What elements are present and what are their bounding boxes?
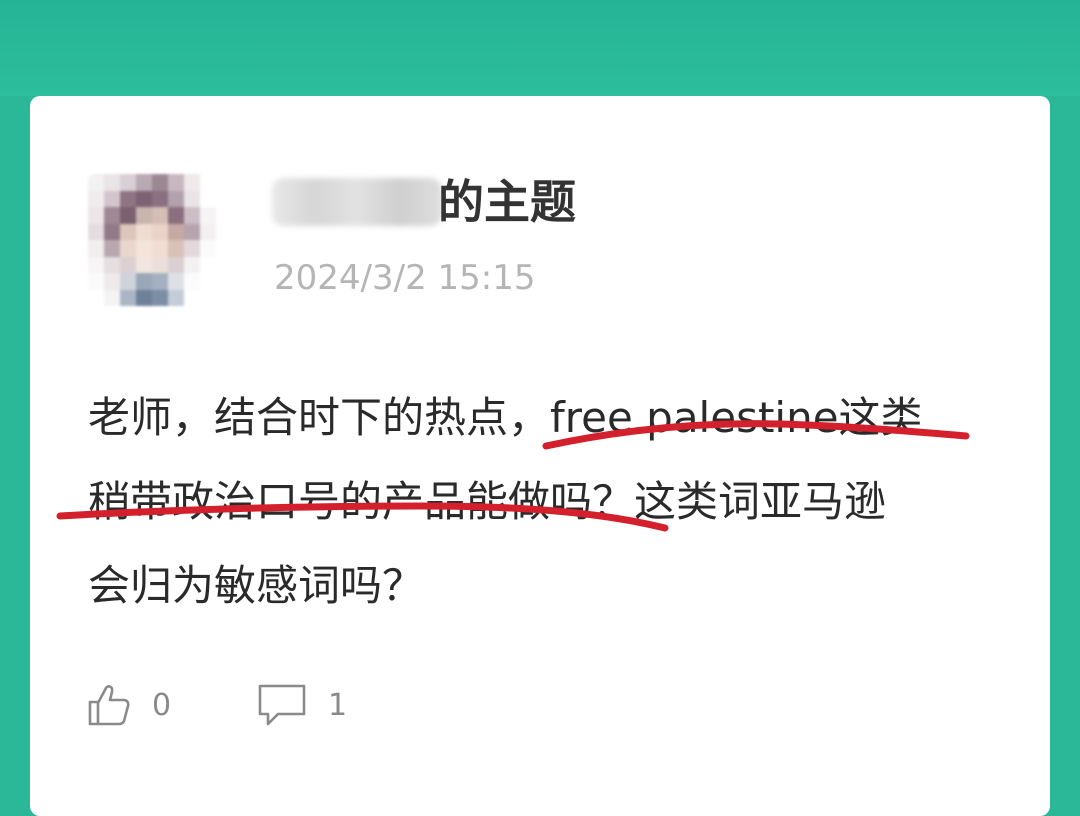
avatar-pixel — [200, 256, 216, 273]
avatar-pixel — [200, 207, 216, 224]
avatar-pixel — [184, 240, 200, 257]
author-name-blurred[interactable] — [272, 178, 442, 226]
avatar-pixel — [200, 223, 216, 240]
like-count: 0 — [152, 687, 172, 723]
avatar-pixel — [88, 223, 104, 240]
comment-count: 1 — [328, 687, 348, 723]
avatar-pixel — [152, 289, 168, 306]
avatar-pixel — [104, 240, 120, 257]
post-body-line-3: 会归为敏感词吗？ — [88, 561, 425, 610]
avatar-pixel — [120, 273, 136, 290]
avatar-pixel — [184, 273, 200, 290]
avatar-pixel — [120, 174, 136, 191]
like-button[interactable]: 0 — [86, 680, 171, 730]
comment-button[interactable]: 1 — [256, 680, 347, 730]
avatar-pixel — [88, 289, 104, 306]
avatar-pixel — [136, 207, 152, 224]
avatar-pixel — [88, 273, 104, 290]
comment-bubble-icon — [256, 682, 308, 728]
avatar-pixel — [152, 273, 168, 290]
avatar-pixel — [152, 190, 168, 207]
avatar-pixel — [168, 289, 184, 306]
post-body-line-2: 稍带政治口号的产品能做吗？这类词亚马逊 — [88, 477, 887, 526]
avatar-pixel — [184, 223, 200, 240]
avatar-pixel — [168, 190, 184, 207]
avatar-pixel — [88, 190, 104, 207]
avatar-pixel — [120, 289, 136, 306]
avatar-pixel — [152, 256, 168, 273]
avatar-pixel — [120, 207, 136, 224]
avatar-pixel — [104, 256, 120, 273]
post-body-line-1: 老师，结合时下的热点，free palestine这类 — [88, 393, 923, 442]
avatar-pixel — [200, 289, 216, 306]
avatar-pixel — [136, 190, 152, 207]
avatar-pixel — [184, 174, 200, 191]
avatar-pixel — [120, 223, 136, 240]
avatar-pixel — [184, 256, 200, 273]
avatar-pixel — [200, 240, 216, 257]
avatar-pixel — [88, 240, 104, 257]
avatar-pixel — [136, 256, 152, 273]
post-title-suffix: 的主题 — [438, 175, 576, 229]
avatar-pixel — [184, 207, 200, 224]
avatar-pixel — [136, 273, 152, 290]
app-background — [0, 0, 1080, 96]
avatar-pixel — [152, 174, 168, 191]
avatar-pixel — [136, 240, 152, 257]
avatar-pixel — [88, 174, 104, 191]
avatar-pixel — [104, 289, 120, 306]
avatar-pixel — [104, 223, 120, 240]
avatar-pixel — [152, 223, 168, 240]
post-body: 老师，结合时下的热点，free palestine这类 稍带政治口号的产品能做吗… — [88, 376, 1018, 628]
avatar-pixel — [104, 273, 120, 290]
avatar-pixel — [168, 223, 184, 240]
avatar[interactable] — [88, 174, 216, 306]
avatar-pixel — [104, 207, 120, 224]
avatar-pixel — [152, 207, 168, 224]
avatar-pixel — [184, 190, 200, 207]
avatar-pixel — [152, 240, 168, 257]
avatar-pixel — [168, 207, 184, 224]
avatar-pixel — [200, 174, 216, 191]
avatar-pixel — [120, 190, 136, 207]
avatar-pixel — [104, 174, 120, 191]
post-timestamp: 2024/3/2 15:15 — [274, 258, 536, 298]
avatar-pixel — [200, 273, 216, 290]
avatar-pixel — [88, 256, 104, 273]
avatar-pixel — [104, 190, 120, 207]
avatar-pixel — [120, 240, 136, 257]
avatar-pixel — [200, 190, 216, 207]
avatar-pixel — [184, 289, 200, 306]
avatar-pixel — [120, 256, 136, 273]
avatar-pixel — [168, 240, 184, 257]
avatar-pixel — [136, 223, 152, 240]
avatar-pixel — [168, 273, 184, 290]
avatar-pixel — [168, 174, 184, 191]
avatar-pixel — [136, 289, 152, 306]
avatar-pixel — [136, 174, 152, 191]
thumbs-up-icon — [86, 682, 132, 728]
avatar-pixel — [88, 207, 104, 224]
avatar-pixel — [168, 256, 184, 273]
